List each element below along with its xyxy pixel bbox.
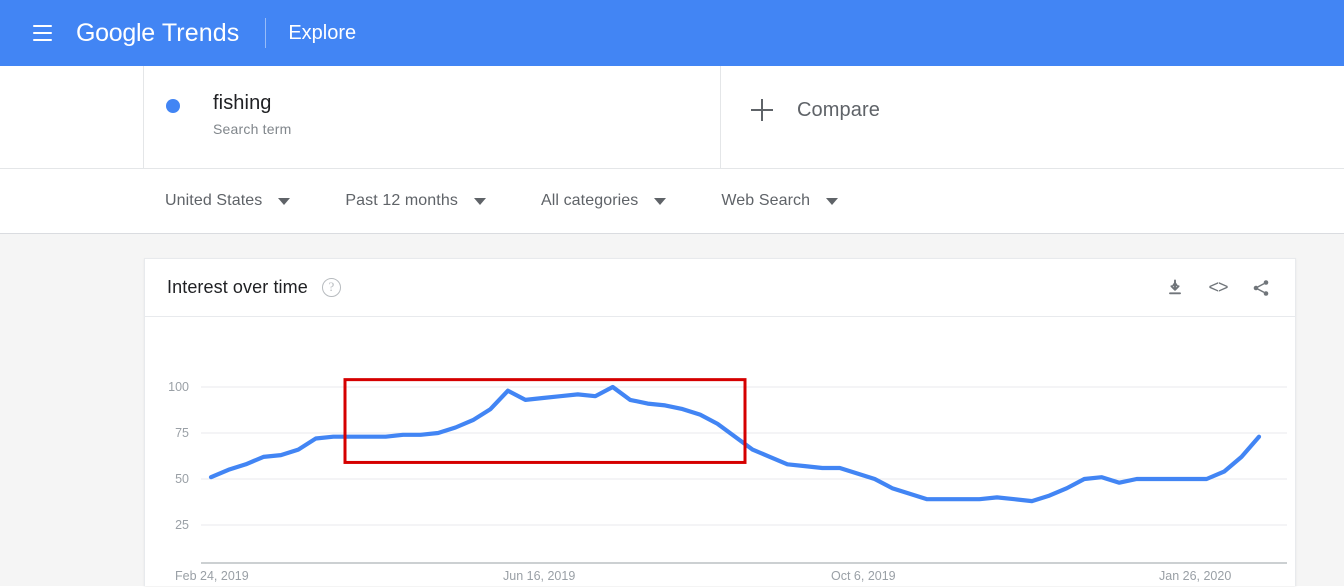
page-body: Interest over time ? <> 25 50 75 100 Feb… [0, 234, 1344, 586]
menu-bar-1 [32, 25, 52, 27]
chevron-down-icon [278, 197, 291, 205]
filter-time-range-label: Past 12 months [345, 192, 458, 209]
explore-nav-link[interactable]: Explore [288, 22, 356, 45]
interest-over-time-card: Interest over time ? <> 25 50 75 100 Feb… [144, 258, 1296, 586]
app-bar: Google Trends Explore [0, 0, 1344, 66]
help-circle-icon[interactable]: ? [321, 278, 341, 297]
card-header: Interest over time ? <> [145, 259, 1295, 317]
search-term-text: fishing Search term [213, 90, 291, 137]
chevron-down-icon [473, 197, 486, 205]
y-axis-tick-label: 75 [175, 426, 189, 440]
compare-button[interactable]: Compare [721, 66, 1344, 168]
filter-bar: United States Past 12 months All categor… [0, 169, 1344, 234]
chevron-down-icon [826, 197, 839, 205]
y-axis-tick-label: 25 [175, 518, 189, 532]
chart-area[interactable]: 25 50 75 100 Feb 24, 2019 Jun 16, 2019 Oct 6, … [145, 317, 1295, 586]
download-icon[interactable] [1163, 276, 1187, 300]
x-axis-tick-label: Jan 26, 2020 [1159, 569, 1231, 583]
menu-bar-2 [32, 32, 52, 34]
page-title: Interest over time [167, 277, 308, 297]
filter-time-range[interactable]: Past 12 months [345, 192, 486, 210]
terms-left-gutter [0, 66, 144, 168]
filter-location-label: United States [165, 192, 263, 209]
brand-google-text: Google [76, 18, 155, 47]
filter-location[interactable]: United States [165, 192, 291, 210]
x-axis-tick-label: Jun 16, 2019 [503, 569, 575, 583]
brand-logo[interactable]: Google Trends [76, 19, 239, 48]
filter-category[interactable]: All categories [540, 192, 667, 210]
x-axis-tick-label: Feb 24, 2019 [175, 569, 249, 583]
filter-search-type-label: Web Search [721, 192, 811, 209]
chevron-down-icon [654, 197, 667, 205]
search-term-value: fishing [213, 92, 272, 114]
highlight-annotation-rect [343, 378, 747, 464]
appbar-divider [265, 18, 267, 48]
share-icon[interactable] [1249, 276, 1273, 300]
search-term-type-label: Search term [213, 121, 292, 137]
filter-search-type[interactable]: Web Search [721, 192, 839, 210]
brand-trends-text: Trends [161, 18, 240, 47]
series-color-dot [166, 99, 180, 113]
embed-glyph: <> [1208, 277, 1228, 297]
plus-icon [751, 99, 773, 121]
series-line-fishing[interactable] [208, 384, 1262, 504]
y-axis-tick-label: 50 [175, 472, 189, 486]
card-actions: <> [1163, 276, 1273, 300]
filter-category-label: All categories [540, 192, 639, 209]
menu-bar-3 [32, 39, 52, 41]
compare-label: Compare [797, 99, 880, 121]
embed-icon[interactable]: <> [1206, 276, 1230, 300]
x-axis-tick-label: Oct 6, 2019 [831, 569, 896, 583]
search-term-card[interactable]: fishing Search term [144, 66, 721, 168]
hamburger-menu-icon[interactable] [22, 13, 62, 53]
interest-over-time-line-chart[interactable]: 25 50 75 100 Feb 24, 2019 Jun 16, 2019 Oct 6, … [145, 317, 1295, 586]
y-axis-tick-label: 100 [168, 380, 189, 394]
search-terms-row: fishing Search term Compare [0, 66, 1344, 169]
